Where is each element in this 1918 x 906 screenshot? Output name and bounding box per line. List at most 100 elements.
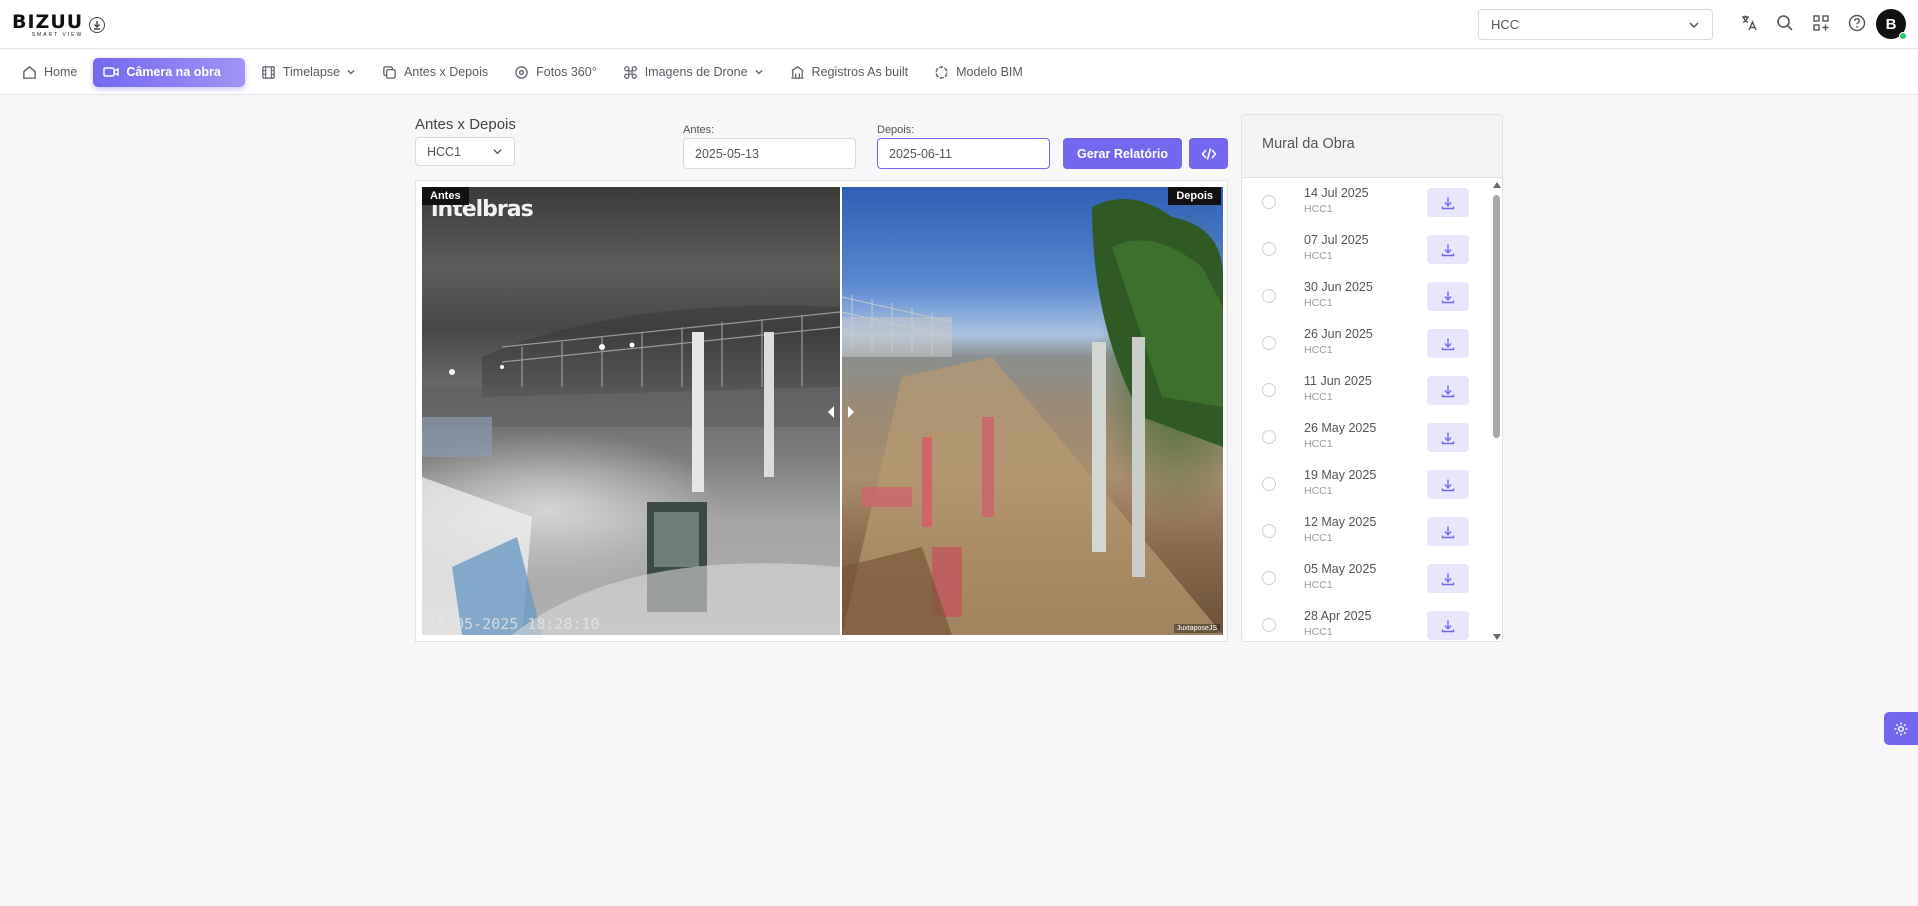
scrollbar-thumb[interactable] (1493, 195, 1500, 438)
nav-label: Timelapse (282, 65, 341, 79)
brand-logo[interactable]: BIZUU SMART VIEW (12, 13, 106, 38)
item-camera: HCC1 (1304, 579, 1333, 591)
nav-label: Fotos 360° (536, 65, 597, 79)
download-button[interactable] (1427, 376, 1469, 405)
after-image: JuxtaposeJS (842, 187, 1223, 635)
download-icon (1441, 620, 1455, 632)
download-button[interactable] (1427, 329, 1469, 358)
translate-icon[interactable] (1738, 12, 1760, 34)
copy-icon (383, 65, 396, 79)
nav-item-drone[interactable]: Imagens de Drone (613, 58, 774, 87)
list-item[interactable]: 05 May 2025 HCC1 (1242, 555, 1502, 602)
select-radio[interactable] (1262, 571, 1276, 585)
project-select[interactable]: HCC (1478, 9, 1713, 40)
nav-item-before-after[interactable]: Antes x Depois (372, 58, 498, 87)
list-item[interactable]: 28 Apr 2025 HCC1 (1242, 602, 1502, 641)
embed-code-button[interactable] (1189, 138, 1228, 169)
item-camera: HCC1 (1304, 532, 1333, 544)
download-icon (1441, 291, 1455, 303)
select-radio[interactable] (1262, 195, 1276, 209)
select-radio[interactable] (1262, 524, 1276, 538)
download-button[interactable] (1427, 470, 1469, 499)
item-camera: HCC1 (1304, 438, 1333, 450)
select-radio[interactable] (1262, 242, 1276, 256)
generate-report-button[interactable]: Gerar Relatório (1063, 138, 1182, 169)
nav-item-camera[interactable]: Câmera na obra (93, 57, 245, 87)
before-tag: Antes (422, 187, 469, 205)
after-date-input[interactable]: 2025-06-11 (877, 138, 1050, 169)
slider-handle-left-icon[interactable] (828, 406, 834, 418)
nav-label: Modelo BIM (956, 65, 1023, 79)
list-item[interactable]: 14 Jul 2025 HCC1 (1242, 179, 1502, 226)
nav-item-bim[interactable]: Modelo BIM (924, 58, 1033, 87)
library-credit: JuxtaposeJS (1173, 624, 1220, 633)
download-button[interactable] (1427, 517, 1469, 546)
list-item[interactable]: 07 Jul 2025 HCC1 (1242, 226, 1502, 273)
mural-list[interactable]: 14 Jul 2025 HCC1 07 Jul 2025 HCC1 30 Jun… (1242, 179, 1502, 641)
download-icon (1441, 197, 1455, 209)
download-button[interactable] (1427, 611, 1469, 640)
download-icon (1441, 526, 1455, 538)
download-icon (1441, 338, 1455, 350)
camera-select[interactable]: HCC1 (415, 137, 515, 166)
list-item[interactable]: 19 May 2025 HCC1 (1242, 461, 1502, 508)
construction-scene-night (422, 305, 840, 635)
before-date-label: Antes: (683, 124, 715, 136)
select-radio[interactable] (1262, 336, 1276, 350)
settings-button[interactable] (1884, 712, 1918, 745)
apps-grid-icon[interactable] (1810, 12, 1832, 34)
item-date: 19 May 2025 (1304, 468, 1377, 482)
scroll-up-icon[interactable] (1493, 182, 1501, 188)
slider-handle-right-icon[interactable] (848, 406, 854, 418)
select-radio[interactable] (1262, 383, 1276, 397)
video-icon (103, 67, 120, 77)
nav-item-photos-360[interactable]: Fotos 360° (504, 58, 607, 87)
nav-label: Home (44, 65, 78, 79)
item-date: 11 Jun 2025 (1304, 374, 1372, 388)
code-icon (1201, 147, 1216, 160)
mural-scrollbar[interactable] (1491, 179, 1502, 641)
top-header: BIZUU SMART VIEW HCC B (0, 0, 1918, 49)
download-button[interactable] (1427, 564, 1469, 593)
help-icon[interactable] (1846, 12, 1868, 34)
before-date-input[interactable]: 2025-05-13 (683, 138, 856, 169)
camera-select-value: HCC1 (427, 144, 462, 159)
download-icon (1441, 432, 1455, 444)
nav-item-timelapse[interactable]: Timelapse (251, 58, 366, 87)
film-icon (262, 65, 275, 79)
chevron-down-icon (347, 70, 355, 75)
download-button[interactable] (1427, 235, 1469, 264)
list-item[interactable]: 30 Jun 2025 HCC1 (1242, 273, 1502, 320)
install-app-icon[interactable] (89, 17, 106, 33)
avatar-initial: B (1885, 15, 1897, 33)
download-button[interactable] (1427, 188, 1469, 217)
list-item[interactable]: 11 Jun 2025 HCC1 (1242, 367, 1502, 414)
select-radio[interactable] (1262, 477, 1276, 491)
before-after-viewer[interactable]: intelbras 13-05-2025 18:28:10 JuxtaposeJ… (415, 180, 1228, 642)
item-camera: HCC1 (1304, 203, 1333, 215)
main-nav: Home Câmera na obra Timelapse Antes x De… (0, 50, 1918, 95)
list-item[interactable]: 12 May 2025 HCC1 (1242, 508, 1502, 555)
download-button[interactable] (1427, 282, 1469, 311)
list-item[interactable]: 26 Jun 2025 HCC1 (1242, 320, 1502, 367)
item-date: 12 May 2025 (1304, 515, 1377, 529)
rotate-360-icon (515, 65, 528, 79)
nav-item-home[interactable]: Home (12, 58, 87, 87)
scroll-down-icon[interactable] (1493, 634, 1501, 640)
download-button[interactable] (1427, 423, 1469, 452)
item-camera: HCC1 (1304, 391, 1333, 403)
item-camera: HCC1 (1304, 297, 1333, 309)
download-icon (1441, 385, 1455, 397)
nav-item-as-built[interactable]: Registros As built (780, 58, 919, 87)
before-image: intelbras 13-05-2025 18:28:10 (422, 187, 840, 635)
select-radio[interactable] (1262, 618, 1276, 632)
item-date: 07 Jul 2025 (1304, 233, 1369, 247)
download-icon (1441, 244, 1455, 256)
mural-panel: Mural da Obra 14 Jul 2025 HCC1 07 Jul 20… (1241, 114, 1503, 642)
slider-divider[interactable] (840, 187, 842, 635)
select-radio[interactable] (1262, 430, 1276, 444)
search-icon[interactable] (1774, 12, 1796, 34)
item-date: 26 Jun 2025 (1304, 327, 1373, 341)
select-radio[interactable] (1262, 289, 1276, 303)
list-item[interactable]: 26 May 2025 HCC1 (1242, 414, 1502, 461)
